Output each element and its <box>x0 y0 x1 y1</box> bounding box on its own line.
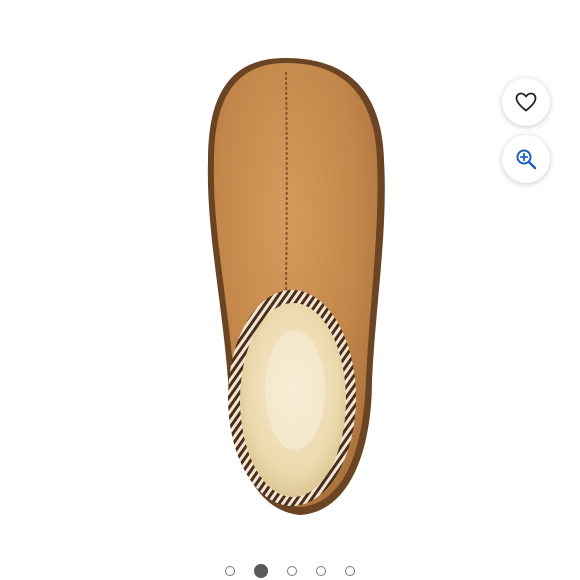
product-image[interactable] <box>0 0 580 545</box>
carousel-dot[interactable] <box>287 566 297 576</box>
carousel-dot[interactable] <box>225 566 235 576</box>
carousel-dot[interactable] <box>345 566 355 576</box>
carousel-dot[interactable] <box>316 566 326 576</box>
zoom-button[interactable] <box>502 135 550 183</box>
carousel-pagination <box>0 563 580 579</box>
product-image-viewer <box>0 0 580 580</box>
favorite-button[interactable] <box>502 78 550 126</box>
heart-icon <box>515 92 537 112</box>
carousel-dot[interactable] <box>254 564 268 578</box>
zoom-in-icon <box>516 149 537 170</box>
